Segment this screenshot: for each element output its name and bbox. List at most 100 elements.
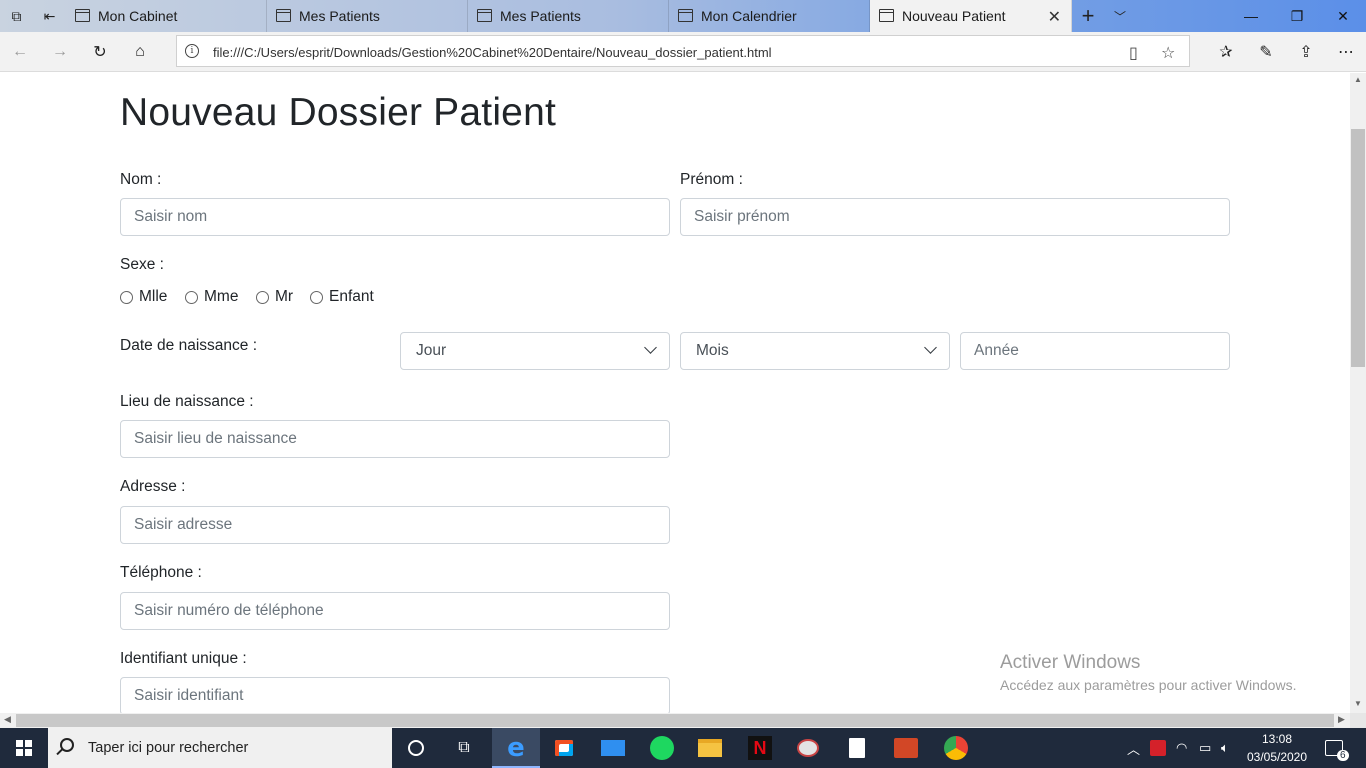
tab-mes-patients-1[interactable]: Mes Patients: [267, 0, 468, 32]
info-icon[interactable]: i: [185, 44, 199, 58]
browser-tab-strip: ⧉ ⇤ Mon Cabinet Mes Patients Mes Patient…: [0, 0, 1366, 32]
identifiant-input[interactable]: [120, 677, 670, 713]
task-view-icon[interactable]: ⧉: [440, 728, 488, 768]
favorites-icon[interactable]: ✰: [1214, 40, 1238, 64]
mail-icon[interactable]: [589, 728, 637, 768]
powerpoint-icon[interactable]: [882, 728, 930, 768]
acrobat-tray-icon[interactable]: [1150, 728, 1166, 768]
cortana-icon[interactable]: [392, 728, 440, 768]
chevron-down-icon[interactable]: ﹀: [1104, 0, 1136, 32]
home-icon[interactable]: ⌂: [128, 40, 152, 64]
vertical-scroll-thumb[interactable]: [1351, 129, 1365, 367]
search-icon: [60, 738, 74, 752]
radio-enfant[interactable]: Enfant: [310, 288, 374, 306]
close-tab-icon[interactable]: ✕: [1048, 7, 1061, 27]
start-button[interactable]: [0, 728, 48, 768]
tab-mon-calendrier[interactable]: Mon Calendrier: [669, 0, 870, 32]
favorite-star-icon[interactable]: ☆: [1161, 43, 1175, 63]
date-naissance-label: Date de naissance :: [120, 337, 258, 354]
share-icon[interactable]: ⇪: [1294, 40, 1318, 64]
chrome-icon[interactable]: [932, 728, 980, 768]
chevron-down-icon: [924, 341, 937, 354]
microsoft-store-icon[interactable]: [540, 728, 588, 768]
scroll-down-arrow-icon[interactable]: ▼: [1354, 699, 1362, 708]
radio-mlle[interactable]: Mlle: [120, 288, 167, 306]
more-options-icon[interactable]: ⋯: [1334, 40, 1358, 64]
jour-select[interactable]: Jour: [400, 332, 670, 370]
refresh-icon[interactable]: ↻: [88, 40, 112, 64]
wifi-icon[interactable]: ◠: [1176, 728, 1187, 768]
tab-nouveau-patient[interactable]: Nouveau Patient ✕: [870, 0, 1072, 32]
edge-browser-icon[interactable]: e: [492, 728, 540, 768]
netflix-icon[interactable]: N: [736, 728, 784, 768]
reading-view-icon[interactable]: ▯: [1129, 43, 1138, 63]
restore-icon[interactable]: ❐: [1274, 0, 1320, 32]
url-text[interactable]: file:///C:/Users/esprit/Downloads/Gestio…: [213, 45, 772, 60]
close-window-icon[interactable]: ✕: [1320, 0, 1366, 32]
chevron-down-icon: [644, 341, 657, 354]
identifiant-label: Identifiant unique :: [120, 650, 247, 667]
tab-manager-icon[interactable]: ⧉: [0, 0, 33, 32]
radio-label: Mlle: [139, 288, 168, 305]
tab-mes-patients-2[interactable]: Mes Patients: [468, 0, 669, 32]
minimize-icon[interactable]: —: [1228, 0, 1274, 32]
radio-mme[interactable]: Mme: [185, 288, 238, 306]
radio-circle[interactable]: [310, 290, 323, 304]
radio-label: Mr: [275, 288, 294, 305]
taskbar-clock[interactable]: 13:08 03/05/2020: [1232, 730, 1322, 766]
clock-date: 03/05/2020: [1246, 750, 1308, 764]
horizontal-scrollbar[interactable]: ◀ ▶: [0, 713, 1350, 728]
lieu-naissance-label: Lieu de naissance :: [120, 393, 254, 410]
radio-circle[interactable]: [185, 290, 198, 304]
document-icon[interactable]: [833, 728, 881, 768]
tab-label: Mon Calendrier: [701, 8, 797, 24]
page-icon: [879, 9, 894, 22]
navigation-bar: ← → ↻ ⌂ i file:///C:/Users/esprit/Downlo…: [0, 32, 1366, 72]
scroll-up-arrow-icon[interactable]: ▲: [1354, 75, 1362, 84]
annee-input[interactable]: [960, 332, 1230, 370]
adresse-input[interactable]: [120, 506, 670, 544]
snipping-tool-icon[interactable]: [784, 728, 832, 768]
scrollbar-corner: [1350, 713, 1366, 728]
address-bar[interactable]: i file:///C:/Users/esprit/Downloads/Gest…: [176, 35, 1190, 67]
mois-select[interactable]: Mois: [680, 332, 950, 370]
prenom-input[interactable]: [680, 198, 1230, 236]
new-tab-icon[interactable]: +: [1072, 0, 1104, 32]
set-aside-tabs-icon[interactable]: ⇤: [33, 0, 66, 32]
show-hidden-icons-chevron-icon[interactable]: ︿: [1127, 728, 1140, 768]
tab-label: Mes Patients: [500, 8, 581, 24]
back-arrow-icon[interactable]: ←: [8, 40, 32, 64]
horizontal-scroll-thumb[interactable]: [16, 714, 1334, 727]
tab-mon-cabinet[interactable]: Mon Cabinet: [66, 0, 267, 32]
notification-count: 6: [1337, 750, 1349, 761]
telephone-input[interactable]: [120, 592, 670, 630]
spotify-icon[interactable]: [638, 728, 686, 768]
forward-arrow-icon[interactable]: →: [48, 40, 72, 64]
mois-select-value: Mois: [696, 342, 729, 359]
file-explorer-icon[interactable]: [686, 728, 734, 768]
notification-center-icon[interactable]: 6: [1325, 728, 1349, 768]
taskbar-search-box[interactable]: Taper ici pour rechercher: [48, 728, 392, 768]
prenom-label: Prénom :: [680, 171, 743, 188]
page-icon: [678, 9, 693, 22]
volume-icon[interactable]: 🔈︎: [1221, 728, 1229, 768]
jour-select-value: Jour: [416, 342, 447, 359]
battery-icon[interactable]: ▭: [1199, 728, 1211, 768]
vertical-scrollbar[interactable]: ▲ ▼: [1350, 73, 1366, 713]
page-icon: [75, 9, 90, 22]
pen-notes-icon[interactable]: ✎: [1254, 40, 1278, 64]
lieu-naissance-input[interactable]: [120, 420, 670, 458]
telephone-label: Téléphone :: [120, 564, 202, 581]
nom-input[interactable]: [120, 198, 670, 236]
radio-circle[interactable]: [120, 290, 133, 304]
page-viewport: Nouveau Dossier Patient Nom : Prénom : S…: [0, 73, 1350, 713]
radio-label: Mme: [204, 288, 239, 305]
radio-circle[interactable]: [256, 290, 269, 304]
nom-label: Nom :: [120, 171, 162, 188]
scroll-right-arrow-icon[interactable]: ▶: [1338, 714, 1345, 725]
radio-mr[interactable]: Mr: [256, 288, 293, 306]
scroll-left-arrow-icon[interactable]: ◀: [4, 714, 11, 725]
windows-taskbar: Taper ici pour rechercher ⧉ e N ︿ ◠ ▭ 🔈︎…: [0, 728, 1366, 768]
page-icon: [477, 9, 492, 22]
activate-windows-subtitle: Accédez aux paramètres pour activer Wind…: [1000, 677, 1297, 693]
